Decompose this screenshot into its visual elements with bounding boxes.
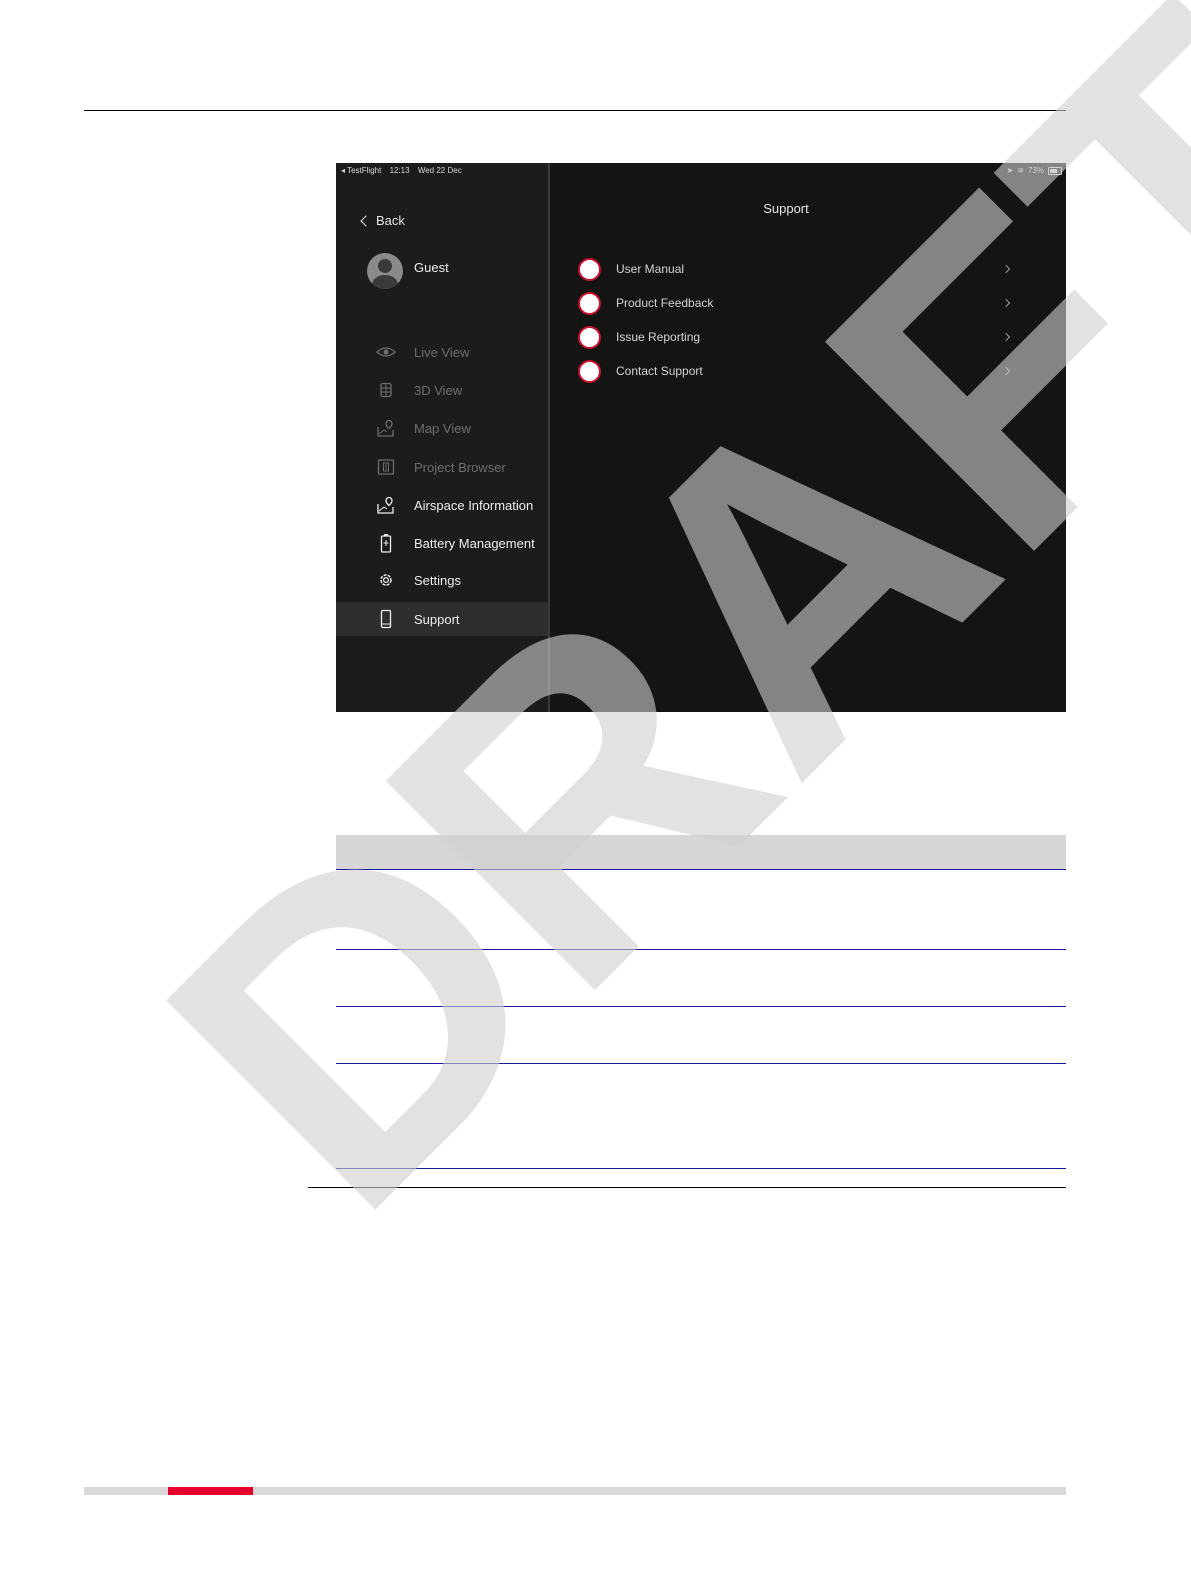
list-item-label: Issue Reporting <box>616 330 701 344</box>
status-time: 12:13 <box>389 166 410 175</box>
sidebar-item-3d-view[interactable]: 3D View <box>336 373 548 407</box>
sidebar-item-label: Project Browser <box>414 459 506 475</box>
table-rule <box>336 1168 1066 1169</box>
sidebar-item-map-view[interactable]: Map View <box>336 411 548 445</box>
gear-icon <box>376 570 396 590</box>
battery-status-icon <box>1048 166 1062 175</box>
chevron-right-icon <box>1001 264 1011 274</box>
sidebar-item-label: Settings <box>414 572 461 588</box>
chevron-right-icon <box>1001 298 1011 308</box>
sidebar-item-label: Map View <box>414 420 471 436</box>
sidebar-item-label: Battery Management <box>414 535 535 551</box>
list-item-label: Contact Support <box>616 364 703 378</box>
callout-marker <box>578 257 601 281</box>
table-rule <box>336 949 1066 950</box>
battery-percent: 73% <box>1027 166 1044 175</box>
chevron-left-icon <box>360 215 372 227</box>
callout-marker <box>578 325 601 349</box>
callout-marker <box>578 291 601 315</box>
wifi-icon: ≋ <box>1017 166 1024 175</box>
page-title: Support <box>763 201 809 216</box>
status-bar-right: ➤ ≋ 73% <box>1007 166 1062 175</box>
sidebar: ◂ TestFlight 12:13 Wed 22 Dec Back Guest… <box>336 163 548 712</box>
map-pin-icon <box>376 495 396 515</box>
main-panel: ➤ ≋ 73% Support User Manual Product Feed… <box>550 163 1066 712</box>
status-date: Wed 22 Dec <box>417 166 462 175</box>
app-screenshot: ◂ TestFlight 12:13 Wed 22 Dec Back Guest… <box>336 163 1066 712</box>
list-item-label: User Manual <box>616 262 685 276</box>
table-rule <box>336 869 1066 870</box>
chevron-right-icon <box>1001 366 1011 376</box>
sidebar-item-project-browser[interactable]: Project Browser <box>336 450 548 484</box>
sidebar-item-battery-management[interactable]: Battery Management <box>336 526 548 560</box>
sidebar-item-support[interactable]: Support <box>336 602 548 636</box>
table-rule <box>336 1063 1066 1064</box>
battery-icon <box>376 533 396 553</box>
sidebar-item-label: Live View <box>414 344 470 360</box>
status-bar-left: ◂ TestFlight 12:13 Wed 22 Dec <box>341 166 468 175</box>
list-item-contact-support[interactable]: Contact Support <box>572 354 1012 388</box>
sidebar-item-settings[interactable]: Settings <box>336 563 548 597</box>
sidebar-item-label: Airspace Information <box>414 497 534 513</box>
footer-accent <box>168 1487 253 1495</box>
status-app: ◂ TestFlight <box>341 166 382 175</box>
folder-icon <box>376 457 396 477</box>
header-rule <box>84 110 1066 111</box>
sidebar-item-airspace-information[interactable]: Airspace Information <box>336 488 548 522</box>
back-label: Back <box>376 213 405 228</box>
list-item-product-feedback[interactable]: Product Feedback <box>572 286 1012 320</box>
sidebar-item-live-view[interactable]: Live View <box>336 335 548 369</box>
location-icon: ➤ <box>1006 166 1014 175</box>
list-item-issue-reporting[interactable]: Issue Reporting <box>572 320 1012 354</box>
back-button[interactable]: Back <box>360 213 405 228</box>
sidebar-item-label: Support <box>414 611 460 627</box>
user-name: Guest <box>414 260 449 275</box>
table-header <box>336 835 1066 869</box>
eye-icon <box>376 342 396 362</box>
callout-marker <box>578 359 601 383</box>
map-pin-icon <box>376 418 396 438</box>
section-end-rule <box>308 1187 1066 1188</box>
phone-icon <box>376 609 396 629</box>
table-rule <box>336 1006 1066 1007</box>
list-item-user-manual[interactable]: User Manual <box>572 252 1012 286</box>
sidebar-item-label: 3D View <box>414 382 463 398</box>
list-item-label: Product Feedback <box>616 296 714 310</box>
avatar[interactable] <box>367 253 403 289</box>
cube-icon <box>376 380 396 400</box>
chevron-right-icon <box>1001 332 1011 342</box>
